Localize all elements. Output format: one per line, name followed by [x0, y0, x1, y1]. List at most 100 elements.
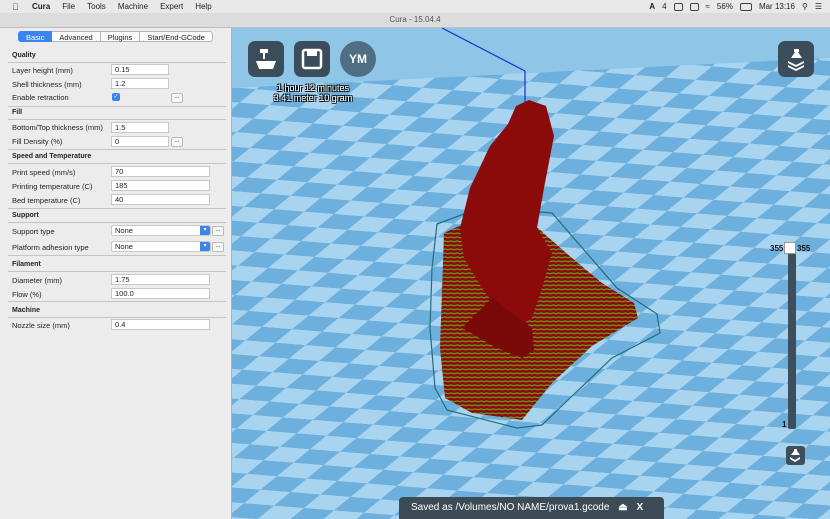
apple-icon[interactable]:  — [12, 2, 22, 12]
shell-thickness-label: Shell thickness (mm) — [12, 80, 82, 89]
tab-plugins[interactable]: Plugins — [100, 31, 141, 42]
divider — [8, 255, 226, 256]
layer-height-input[interactable]: 0.15 — [111, 64, 169, 75]
support-type-label: Support type — [12, 227, 55, 236]
divider — [8, 119, 226, 120]
nozzle-size-label: Nozzle size (mm) — [12, 321, 70, 330]
section-machine: Machine — [12, 307, 41, 314]
settings-panel: Basic Advanced Plugins Start/End-GCode Q… — [0, 28, 232, 519]
platform-adhesion-label: Platform adhesion type — [12, 243, 89, 252]
flow-input[interactable]: 100.0 — [111, 288, 210, 299]
battery-icon[interactable] — [739, 2, 752, 11]
shell-thickness-input[interactable]: 1.2 — [111, 78, 169, 89]
divider — [8, 317, 226, 318]
section-support: Support — [12, 212, 39, 219]
tab-basic[interactable]: Basic — [18, 31, 53, 42]
3d-viewport[interactable]: YM 1 hour 12 minutes 3.41 meter 10 gram … — [232, 28, 830, 519]
drive-icon[interactable] — [689, 2, 699, 11]
tab-start-end-gcode[interactable]: Start/End-GCode — [140, 31, 213, 42]
print-estimate: 1 hour 12 minutes 3.41 meter 10 gram — [244, 83, 382, 103]
print-material: 3.41 meter 10 gram — [273, 93, 353, 103]
divider — [8, 106, 226, 107]
close-notification-button[interactable]: X — [636, 502, 643, 513]
menu-tools[interactable]: Tools — [87, 2, 106, 11]
bottom-top-thickness-input[interactable]: 1.5 — [111, 122, 169, 133]
menu-expert[interactable]: Expert — [160, 2, 183, 11]
dropdown-arrow-icon: ▾ — [200, 242, 210, 251]
bed-temperature-input[interactable]: 40 — [111, 194, 210, 205]
load-model-button[interactable] — [248, 41, 284, 77]
macos-menu-bar:  Cura File Tools Machine Expert Help A … — [0, 0, 830, 13]
enable-retraction-checkbox[interactable]: ✓ — [112, 93, 120, 101]
status-text: Saved as /Volumes/NO NAME/prova1.gcode — [411, 502, 610, 513]
eject-icon[interactable]: ⏏ — [618, 502, 627, 513]
layer-slider-handle[interactable] — [784, 242, 796, 254]
diameter-label: Diameter (mm) — [12, 276, 62, 285]
divider — [8, 62, 226, 63]
platform-adhesion-select[interactable]: None ▾ — [111, 241, 211, 252]
settings-tabs: Basic Advanced Plugins Start/End-GCode — [18, 31, 213, 42]
divider — [8, 149, 226, 150]
save-toolpath-button[interactable] — [294, 41, 330, 77]
retraction-settings-button[interactable]: ... — [171, 93, 183, 103]
support-type-value: None — [115, 226, 133, 235]
search-icon[interactable]: ⚲ — [802, 2, 808, 11]
layer-view-button[interactable] — [786, 446, 805, 465]
divider — [8, 301, 226, 302]
notification-count: 4 — [662, 2, 667, 11]
divider — [8, 208, 226, 209]
menu-help[interactable]: Help — [195, 2, 211, 11]
menu-machine[interactable]: Machine — [118, 2, 148, 11]
fill-settings-button[interactable]: ... — [171, 137, 183, 147]
flow-label: Flow (%) — [12, 290, 42, 299]
platform-adhesion-value: None — [115, 242, 133, 251]
print-speed-label: Print speed (mm/s) — [12, 168, 76, 177]
enable-retraction-label: Enable retraction — [12, 93, 69, 102]
diameter-input[interactable]: 1.75 — [111, 274, 210, 285]
save-icon — [301, 48, 323, 70]
screen-icon[interactable] — [673, 2, 683, 11]
menu-app-name[interactable]: Cura — [32, 2, 50, 11]
youmagine-button[interactable]: YM — [340, 41, 376, 77]
divider — [8, 163, 226, 164]
bottom-top-thickness-label: Bottom/Top thickness (mm) — [12, 123, 103, 132]
dropdown-arrow-icon: ▾ — [200, 226, 210, 235]
section-quality: Quality — [12, 52, 36, 59]
clock[interactable]: Mar 13:16 — [759, 2, 795, 11]
layer-slider-max-label: 355 — [770, 244, 784, 253]
window-title: Cura - 15.04.4 — [389, 15, 441, 24]
window-title-bar: Cura - 15.04.4 — [0, 13, 830, 28]
menu-status-area: A 4 ≈ 56% Mar 13:16 ⚲ ☰ — [649, 0, 822, 13]
checkbox-check-icon: ✓ — [113, 94, 119, 100]
bed-temperature-label: Bed temperature (C) — [12, 196, 81, 205]
fill-density-label: Fill Density (%) — [12, 137, 63, 146]
layer-slider-max-label-right: 355 — [797, 244, 811, 253]
menu-list-icon[interactable]: ☰ — [815, 2, 822, 11]
divider — [8, 271, 226, 272]
view-mode-button[interactable] — [778, 41, 814, 77]
status-notification: Saved as /Volumes/NO NAME/prova1.gcode ⏏… — [399, 497, 664, 519]
layer-slider[interactable] — [788, 249, 796, 429]
menu-file[interactable]: File — [62, 2, 75, 11]
battery-percent[interactable]: 56% — [717, 2, 733, 11]
wifi-icon[interactable]: ≈ — [706, 2, 710, 11]
adobe-icon[interactable]: A — [649, 2, 655, 11]
layer-slider-min-label: 1 — [782, 420, 787, 429]
printing-temperature-input[interactable]: 185 — [111, 180, 210, 191]
tab-advanced[interactable]: Advanced — [52, 31, 101, 42]
load-model-icon — [256, 49, 276, 69]
section-fill: Fill — [12, 109, 23, 116]
adhesion-settings-button[interactable]: ... — [212, 242, 224, 252]
printing-temperature-label: Printing temperature (C) — [12, 182, 93, 191]
print-speed-input[interactable]: 70 — [111, 166, 210, 177]
support-type-select[interactable]: None ▾ — [111, 225, 211, 236]
view-mode-icon — [788, 49, 804, 71]
fill-density-input[interactable]: 0 — [111, 136, 169, 147]
section-speed-temperature: Speed and Temperature — [12, 153, 92, 160]
section-filament: Filament — [12, 261, 41, 268]
layer-height-label: Layer height (mm) — [12, 66, 73, 75]
layer-view-icon — [790, 449, 800, 462]
nozzle-size-input[interactable]: 0.4 — [111, 319, 210, 330]
divider — [8, 222, 226, 223]
support-settings-button[interactable]: ... — [212, 226, 224, 236]
